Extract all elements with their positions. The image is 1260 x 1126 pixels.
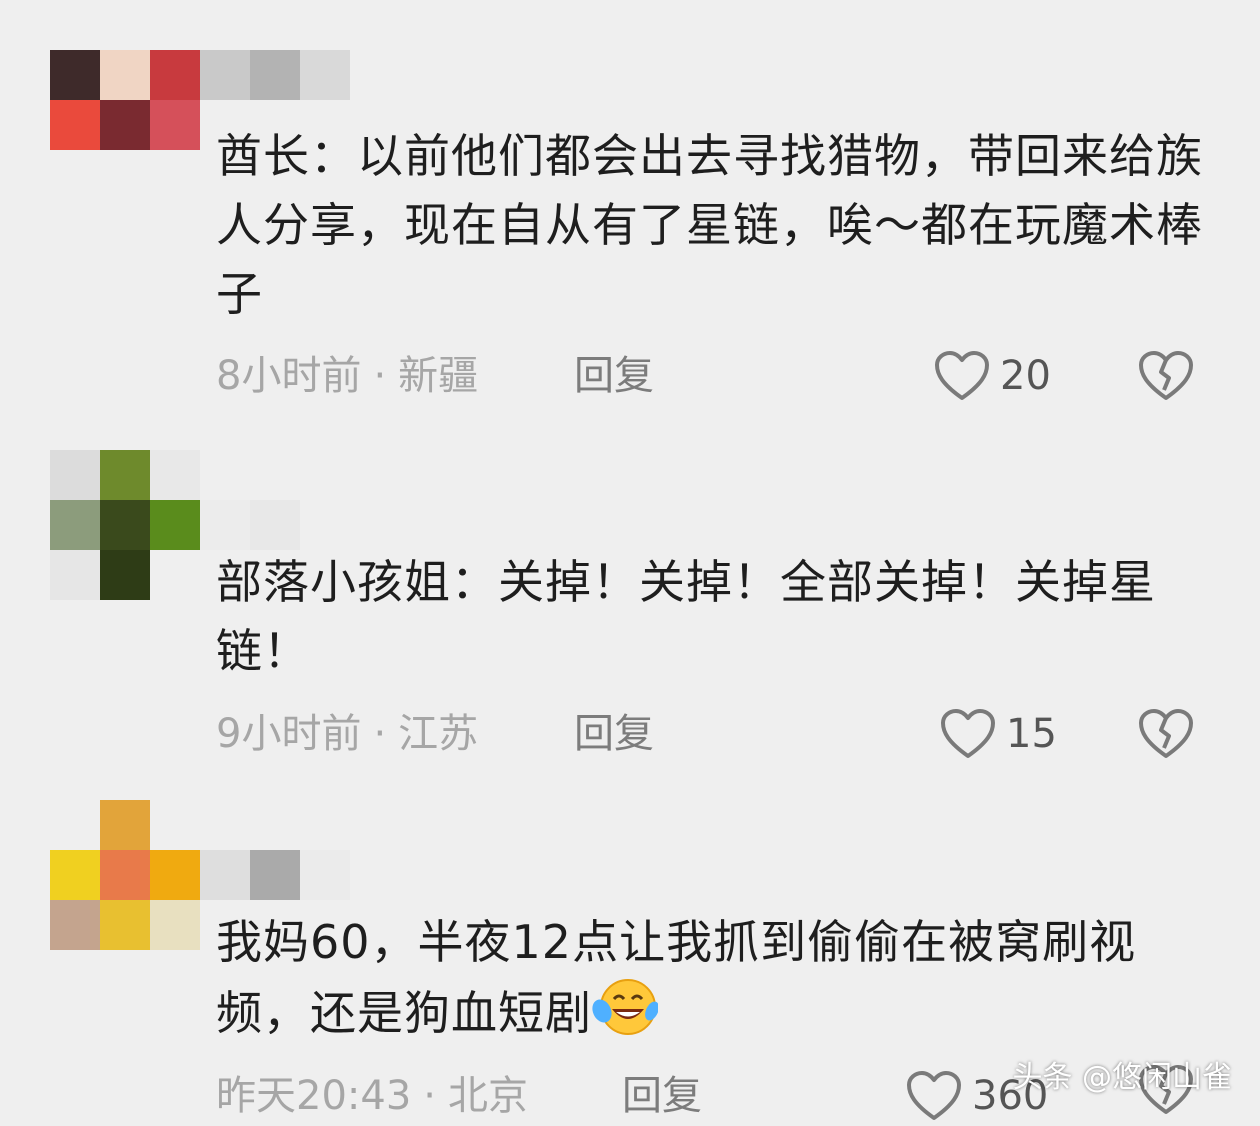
like-count: 20	[1000, 353, 1051, 399]
comment-time: 9小时前	[216, 711, 362, 757]
avatar[interactable]	[50, 450, 200, 600]
reply-button[interactable]: 回复	[574, 346, 654, 406]
like-button[interactable]: 15	[940, 704, 1057, 764]
comment-text-body: 我妈60，半夜12点让我抓到偷偷在被窝刷视频，还是狗血短剧	[216, 915, 1137, 1040]
reply-button[interactable]: 回复	[622, 1066, 702, 1126]
heart-outline-icon	[941, 709, 995, 758]
comment-text: 部落小孩姐：关掉！关掉！全部关掉！关掉星链！	[216, 555, 1156, 678]
avatar[interactable]	[50, 50, 200, 200]
comment-text: 我妈60，半夜12点让我抓到偷偷在被窝刷视频，还是狗血短剧	[216, 908, 1176, 1048]
separator: ·	[373, 711, 387, 757]
comment-time: 8小时前	[216, 353, 362, 399]
comment-time: 昨天20:43	[216, 1073, 412, 1119]
comment-location: 江苏	[398, 711, 479, 757]
reply-button[interactable]: 回复	[574, 704, 654, 764]
heart-outline-icon	[907, 1071, 961, 1120]
comment-meta: 8小时前 · 新疆	[216, 346, 478, 406]
comment-meta: 9小时前 · 江苏	[216, 704, 478, 764]
comment-location: 北京	[448, 1073, 528, 1119]
like-button[interactable]: 20	[934, 346, 1051, 406]
heart-outline-icon	[935, 351, 989, 400]
comment-text: 酋长：以前他们都会出去寻找猎物，带回来给族人分享，现在自从有了星链，唉～都在玩魔…	[216, 129, 1203, 321]
avatar[interactable]	[50, 800, 200, 950]
broken-heart-icon[interactable]	[1138, 350, 1194, 402]
laughing-crying-face-icon	[592, 979, 658, 1035]
comment-location: 新疆	[398, 353, 479, 399]
broken-heart-icon[interactable]	[1138, 708, 1194, 760]
watermark: 头条 @悠闲山雀	[1012, 1060, 1232, 1095]
like-count: 15	[1006, 711, 1057, 757]
separator: ·	[423, 1073, 436, 1119]
comment-meta: 昨天20:43 · 北京	[216, 1066, 528, 1126]
separator: ·	[373, 353, 387, 399]
